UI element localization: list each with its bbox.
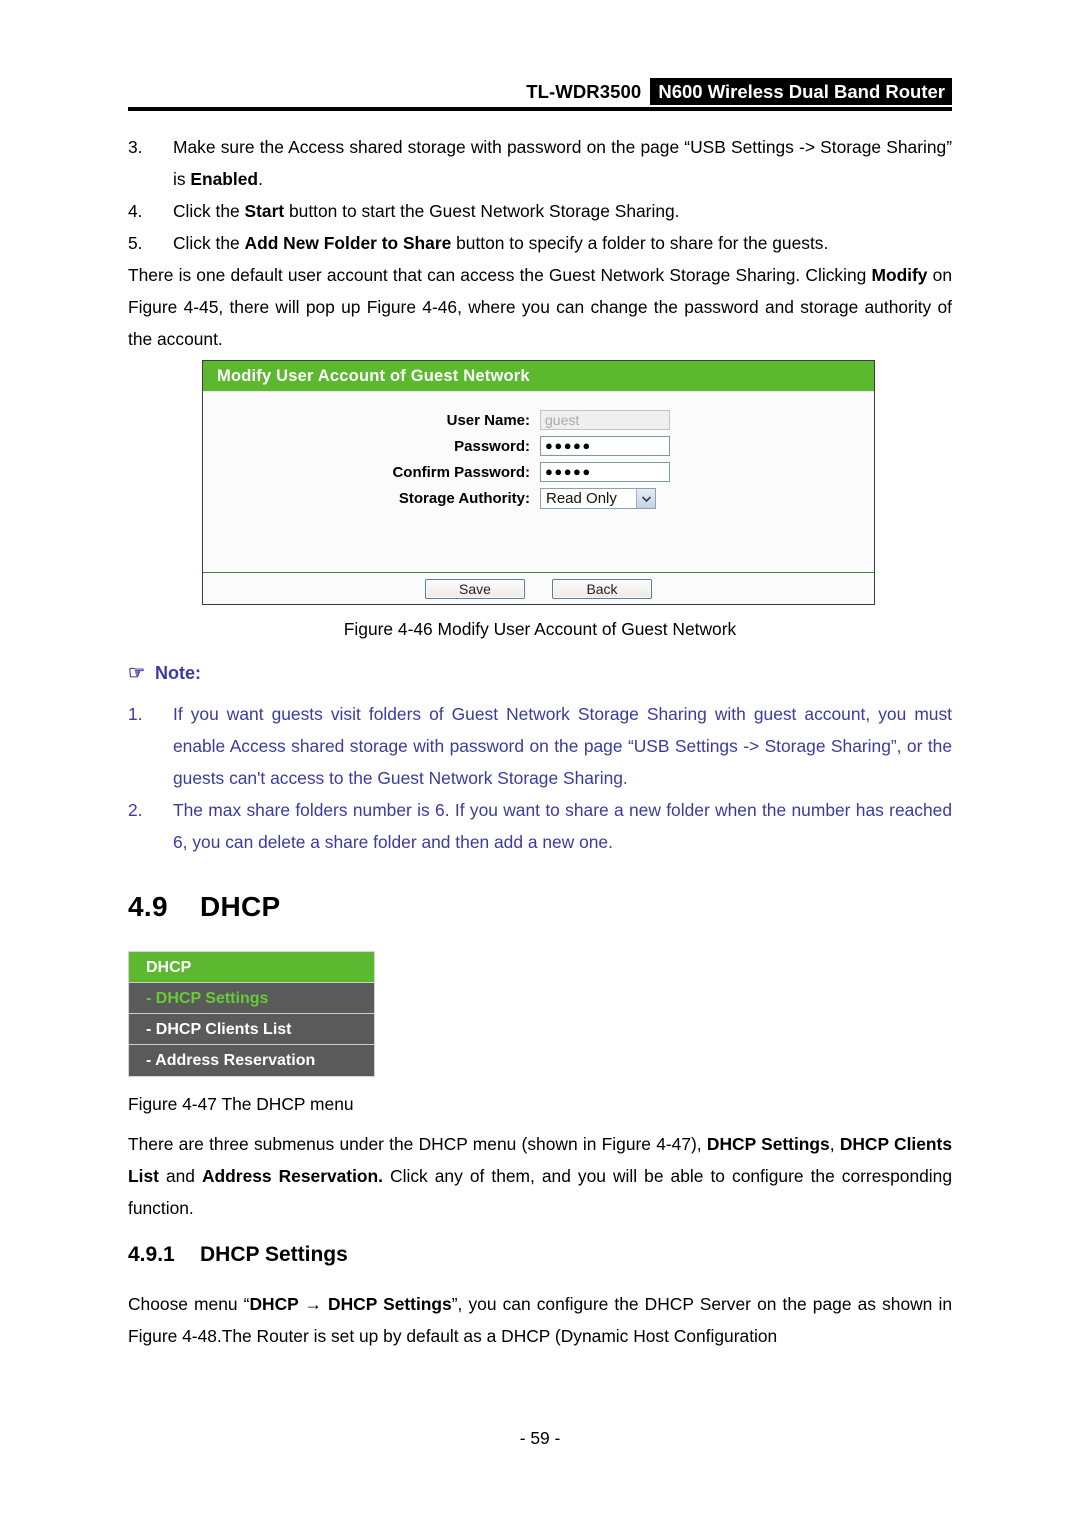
field-row-confirm-password: Confirm Password: ●●●●● (203, 462, 874, 482)
list-item-number: 5. (128, 233, 143, 253)
subsection-number: 4.9.1 (128, 1243, 175, 1266)
modify-user-account-dialog: Modify User Account of Guest Network Use… (202, 360, 875, 605)
user-name-input[interactable]: guest (540, 410, 670, 430)
password-label: Password: (454, 437, 530, 455)
list-item: 5. Click the Add New Folder to Share but… (128, 227, 952, 259)
router-product-name: N600 Wireless Dual Band Router (650, 78, 952, 105)
running-header: TL-WDR3500 N600 Wireless Dual Band Route… (128, 78, 952, 108)
plain-text: Choose menu “ (128, 1294, 250, 1314)
dialog-body: User Name: guest Password: ●●●●● Confirm… (203, 392, 874, 572)
list-item: 4. Click the Start button to start the G… (128, 195, 952, 227)
plain-text: button to specify a folder to share for … (451, 233, 829, 253)
password-input[interactable]: ●●●●● (540, 436, 670, 456)
emphasis-text: DHCP Settings (706, 1134, 830, 1154)
save-button[interactable]: Save (425, 578, 525, 599)
emphasis-text: Address Reservation. (202, 1166, 384, 1186)
dhcp-settings-paragraph: Choose menu “DHCP → DHCP Settings”, you … (128, 1288, 952, 1352)
plain-text: Click the (173, 233, 245, 253)
dialog-title-bar: Modify User Account of Guest Network (203, 361, 874, 392)
emphasis-text: DHCP Settings (328, 1294, 452, 1314)
plain-text: . (258, 169, 263, 189)
router-model-name: TL-WDR3500 (526, 81, 642, 102)
list-item-number: 2. (128, 800, 143, 820)
emphasis-text: Start (244, 201, 285, 221)
section-heading-4-9-1: 4.9.1 DHCP Settings (128, 1243, 348, 1267)
page-number: - 59 - (519, 1428, 561, 1448)
chevron-down-icon[interactable] (636, 489, 655, 508)
list-item-text: Make sure the Access shared storage with… (173, 137, 952, 189)
pointing-hand-icon: ☞ (128, 663, 146, 684)
list-item-number: 4. (128, 201, 143, 221)
figure-46-caption: Figure 4-46 Modify User Account of Guest… (343, 619, 737, 639)
dialog-footer: Save Back (203, 572, 874, 604)
emphasis-text: Add New Folder to Share (244, 233, 452, 253)
header-divider-rule (128, 107, 952, 111)
figure-47-caption: Figure 4-47 The DHCP menu (128, 1094, 354, 1114)
list-item: 3. Make sure the Access shared storage w… (128, 131, 952, 195)
emphasis-text: Modify (871, 265, 928, 285)
note-list: 1. If you want guests visit folders of G… (128, 698, 952, 858)
dhcp-menu-item-dhcp-settings[interactable]: - DHCP Settings (129, 983, 374, 1014)
list-item-text: Click the Add New Folder to Share button… (173, 233, 828, 253)
plain-text: There is one default user account that c… (128, 265, 872, 285)
emphasis-text: → (298, 1294, 329, 1314)
list-item-text: If you want guests visit folders of Gues… (173, 704, 952, 788)
document-page: TL-WDR3500 N600 Wireless Dual Band Route… (0, 0, 1080, 1527)
plain-text: Make sure the Access shared storage with… (173, 137, 952, 189)
back-button[interactable]: Back (552, 578, 652, 599)
storage-authority-label: Storage Authority: (398, 490, 530, 507)
list-item-text: Click the Start button to start the Gues… (173, 201, 680, 221)
confirm-password-input[interactable]: ●●●●● (540, 462, 670, 482)
note-heading: ☞ Note: (128, 663, 201, 684)
note-heading-label: Note: (155, 663, 202, 683)
intro-paragraph: There is one default user account that c… (128, 259, 952, 355)
dhcp-menu-item-dhcp-clients-list[interactable]: - DHCP Clients List (129, 1014, 374, 1045)
emphasis-text: DHCP (249, 1294, 299, 1314)
dhcp-menu-item-address-reservation[interactable]: - Address Reservation (129, 1045, 374, 1076)
dhcp-menu: DHCP - DHCP Settings - DHCP Clients List… (128, 951, 375, 1077)
field-row-password: Password: ●●●●● (203, 436, 874, 456)
storage-authority-selected-value: Read Only (546, 490, 617, 507)
list-item-text: The max share folders number is 6. If yo… (173, 800, 952, 852)
steps-list: 3. Make sure the Access shared storage w… (128, 131, 952, 195)
list-item: 2. The max share folders number is 6. If… (128, 794, 952, 858)
field-row-storage-authority: Storage Authority: Read Only (203, 488, 874, 509)
emphasis-text: Enabled (190, 169, 259, 189)
list-item-number: 1. (128, 704, 143, 724)
list-item: 1. If you want guests visit folders of G… (128, 698, 952, 794)
list-item-number: 3. (128, 137, 143, 157)
storage-authority-select[interactable]: Read Only (540, 488, 656, 509)
dhcp-menu-header[interactable]: DHCP (129, 952, 374, 983)
subsection-title: DHCP Settings (200, 1243, 348, 1266)
steps-list-2: 4. Click the Start button to start the G… (128, 195, 952, 259)
plain-text: , (829, 1134, 840, 1154)
plain-text: and (158, 1166, 202, 1186)
field-row-user-name: User Name: guest (203, 410, 874, 430)
section-title: DHCP (200, 891, 281, 922)
confirm-password-label: Confirm Password: (392, 463, 530, 481)
submenu-paragraph: There are three submenus under the DHCP … (128, 1128, 952, 1224)
plain-text: There are three submenus under the DHCP … (128, 1134, 707, 1154)
user-name-label: User Name: (446, 411, 530, 429)
section-number: 4.9 (128, 891, 168, 922)
plain-text: button to start the Guest Network Storag… (284, 201, 680, 221)
plain-text: Click the (173, 201, 245, 221)
section-heading-4-9: 4.9 DHCP (128, 891, 281, 923)
